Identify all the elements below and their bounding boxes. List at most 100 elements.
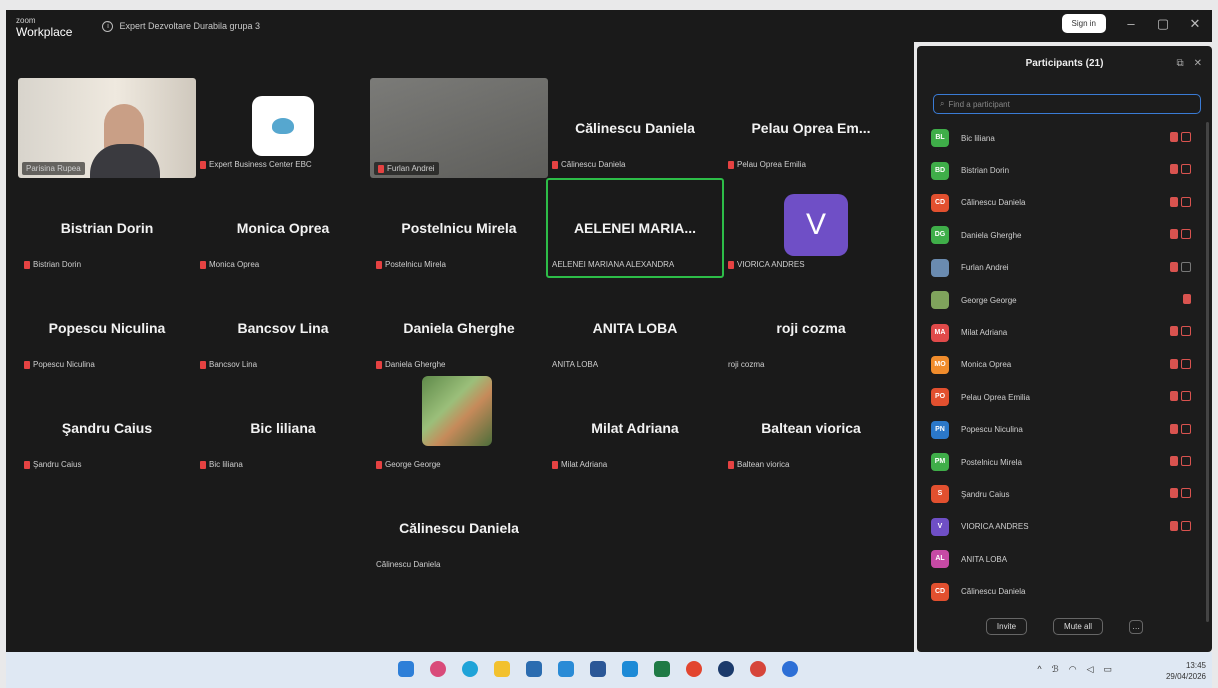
- app-icon[interactable]: [718, 661, 734, 677]
- video-tile[interactable]: Călinescu Daniela Călinescu Daniela: [546, 78, 724, 178]
- camera-off-icon[interactable]: [1181, 196, 1191, 207]
- camera-off-icon[interactable]: [1181, 455, 1191, 466]
- participant-row[interactable]: PN Popescu Niculina: [931, 414, 1191, 446]
- outlook-icon[interactable]: [622, 661, 638, 677]
- mic-muted-icon[interactable]: [1170, 164, 1178, 175]
- video-tile[interactable]: Furlan Andrei: [370, 78, 548, 178]
- camera-off-icon[interactable]: [1181, 229, 1191, 240]
- mic-muted-icon[interactable]: [1170, 132, 1178, 142]
- invite-button[interactable]: Invite: [985, 618, 1028, 635]
- more-options-button[interactable]: …: [1129, 619, 1144, 634]
- popout-icon[interactable]: ⧉: [1176, 58, 1183, 69]
- file-explorer-icon[interactable]: [494, 661, 510, 677]
- color-app-icon[interactable]: [430, 661, 446, 677]
- participant-list-scrollbar[interactable]: [1206, 122, 1209, 622]
- camera-off-icon[interactable]: [1181, 391, 1191, 402]
- mic-muted-icon[interactable]: [1170, 391, 1178, 402]
- info-icon[interactable]: i: [102, 20, 114, 32]
- participant-row[interactable]: BL Bic liliana: [931, 122, 1191, 154]
- mic-muted-icon[interactable]: [1170, 358, 1178, 369]
- camera-off-icon[interactable]: [1181, 261, 1191, 272]
- mute-all-button[interactable]: Mute all: [1053, 618, 1104, 635]
- participant-row[interactable]: MO Monica Oprea: [931, 349, 1191, 381]
- wifi-icon[interactable]: ◠: [1069, 664, 1077, 675]
- mic-muted-icon[interactable]: [1170, 229, 1178, 240]
- store-icon[interactable]: [526, 661, 542, 677]
- participant-row[interactable]: S Şandru Caius: [931, 478, 1191, 510]
- video-tile[interactable]: Milat Adriana Milat Adriana: [546, 378, 724, 478]
- participant-row[interactable]: Furlan Andrei: [931, 252, 1191, 284]
- video-tile[interactable]: Postelnicu Mirela Postelnicu Mirela: [370, 178, 548, 278]
- participant-row[interactable]: CD Călinescu Daniela: [931, 575, 1191, 607]
- participant-row[interactable]: AL ANITA LOBA: [931, 543, 1191, 575]
- mic-muted-icon[interactable]: [1170, 261, 1178, 272]
- participant-label: Călinescu Daniela: [552, 160, 625, 169]
- taskbar-clock[interactable]: 13:45 29/04/2026: [1166, 660, 1206, 682]
- participant-search-input[interactable]: ⌕ Find a participant: [933, 94, 1201, 114]
- participant-row[interactable]: MA Milat Adriana: [931, 316, 1191, 348]
- participant-row[interactable]: CD Călinescu Daniela: [931, 187, 1191, 219]
- video-tile[interactable]: Daniela Gherghe Daniela Gherghe: [370, 278, 548, 378]
- mic-muted-icon[interactable]: [1170, 520, 1178, 531]
- zoom-taskbar-icon[interactable]: [558, 661, 574, 677]
- sign-in-button[interactable]: Sign in: [1061, 14, 1106, 33]
- video-tile[interactable]: Expert Business Center EBC: [194, 78, 372, 178]
- video-tile[interactable]: Bistrian Dorin Bistrian Dorin: [18, 178, 196, 278]
- video-tile[interactable]: Pelau Oprea Em... Pelau Oprea Emilia: [722, 78, 900, 178]
- video-tile[interactable]: V VIORICA ANDRES: [722, 178, 900, 278]
- video-tile[interactable]: Bic liliana Bic liliana: [194, 378, 372, 478]
- word-icon[interactable]: [590, 661, 606, 677]
- mic-muted-icon[interactable]: [1170, 455, 1178, 466]
- video-tile[interactable]: Bancsov Lina Bancsov Lina: [194, 278, 372, 378]
- language-icon[interactable]: ℬ: [1052, 664, 1059, 675]
- video-tile[interactable]: roji cozma roji cozma: [722, 278, 900, 378]
- close-panel-icon[interactable]: ✕: [1194, 58, 1202, 69]
- participant-row[interactable]: V VIORICA ANDRES: [931, 511, 1191, 543]
- video-tile[interactable]: Parisina Rupea: [18, 78, 196, 178]
- video-tile[interactable]: Popescu Niculina Popescu Niculina: [18, 278, 196, 378]
- active-speaker-tile[interactable]: AELENEI MARIA... AELENEI MARIANA ALEXAND…: [546, 178, 724, 278]
- camera-off-icon[interactable]: [1181, 488, 1191, 499]
- search-icon: ⌕: [940, 99, 945, 108]
- photos-icon[interactable]: [750, 661, 766, 677]
- camera-off-icon[interactable]: [1181, 132, 1191, 142]
- camera-off-icon[interactable]: [1181, 423, 1191, 434]
- mic-muted-icon[interactable]: [1170, 423, 1178, 434]
- video-tile[interactable]: ANITA LOBA ANITA LOBA: [546, 278, 724, 378]
- participant-row[interactable]: George George: [931, 284, 1191, 316]
- participant-row[interactable]: DG Daniela Gherghe: [931, 219, 1191, 251]
- meeting-info[interactable]: i Expert Dezvoltare Durabila grupa 3: [102, 20, 260, 32]
- participant-label: VIORICA ANDRES: [728, 260, 805, 269]
- camera-off-icon[interactable]: [1181, 358, 1191, 369]
- video-tile[interactable]: George George: [370, 376, 548, 478]
- participant-row[interactable]: PM Postelnicu Mirela: [931, 446, 1191, 478]
- participant-avatar: MA: [931, 323, 949, 342]
- video-tile[interactable]: Călinescu Daniela Călinescu Daniela: [370, 478, 548, 578]
- chrome-icon[interactable]: [686, 661, 702, 677]
- close-icon[interactable]: ✕: [1188, 16, 1202, 32]
- participant-row[interactable]: PO Pelau Oprea Emilia: [931, 381, 1191, 413]
- volume-icon[interactable]: ◁: [1087, 664, 1094, 675]
- camera-off-icon[interactable]: [1181, 164, 1191, 175]
- camera-off-icon[interactable]: [1181, 520, 1191, 531]
- teams-icon[interactable]: [782, 661, 798, 677]
- video-tile[interactable]: Monica Oprea Monica Oprea: [194, 178, 372, 278]
- camera-off-icon[interactable]: [1181, 326, 1191, 337]
- video-tile[interactable]: Şandru Caius Şandru Caius: [18, 378, 196, 478]
- participant-avatar: MO: [931, 355, 949, 374]
- battery-icon[interactable]: ▭: [1103, 664, 1112, 675]
- mic-muted-icon[interactable]: [1170, 326, 1178, 337]
- mic-muted-icon[interactable]: [1170, 488, 1178, 499]
- mic-muted-icon[interactable]: [1183, 293, 1191, 304]
- start-icon[interactable]: [398, 661, 414, 677]
- edge-icon[interactable]: [462, 661, 478, 677]
- video-tile[interactable]: Baltean viorica Baltean viorica: [722, 378, 900, 478]
- mic-muted-icon[interactable]: [1170, 196, 1178, 207]
- minimize-icon[interactable]: –: [1124, 16, 1138, 31]
- participant-display-name: Bic liliana: [250, 420, 316, 436]
- excel-icon[interactable]: [654, 661, 670, 677]
- restore-icon[interactable]: ▢: [1156, 16, 1170, 32]
- chevron-up-icon[interactable]: ^: [1037, 664, 1041, 675]
- participant-row[interactable]: BD Bistrian Dorin: [931, 154, 1191, 186]
- participant-name: Furlan Andrei: [961, 263, 1009, 273]
